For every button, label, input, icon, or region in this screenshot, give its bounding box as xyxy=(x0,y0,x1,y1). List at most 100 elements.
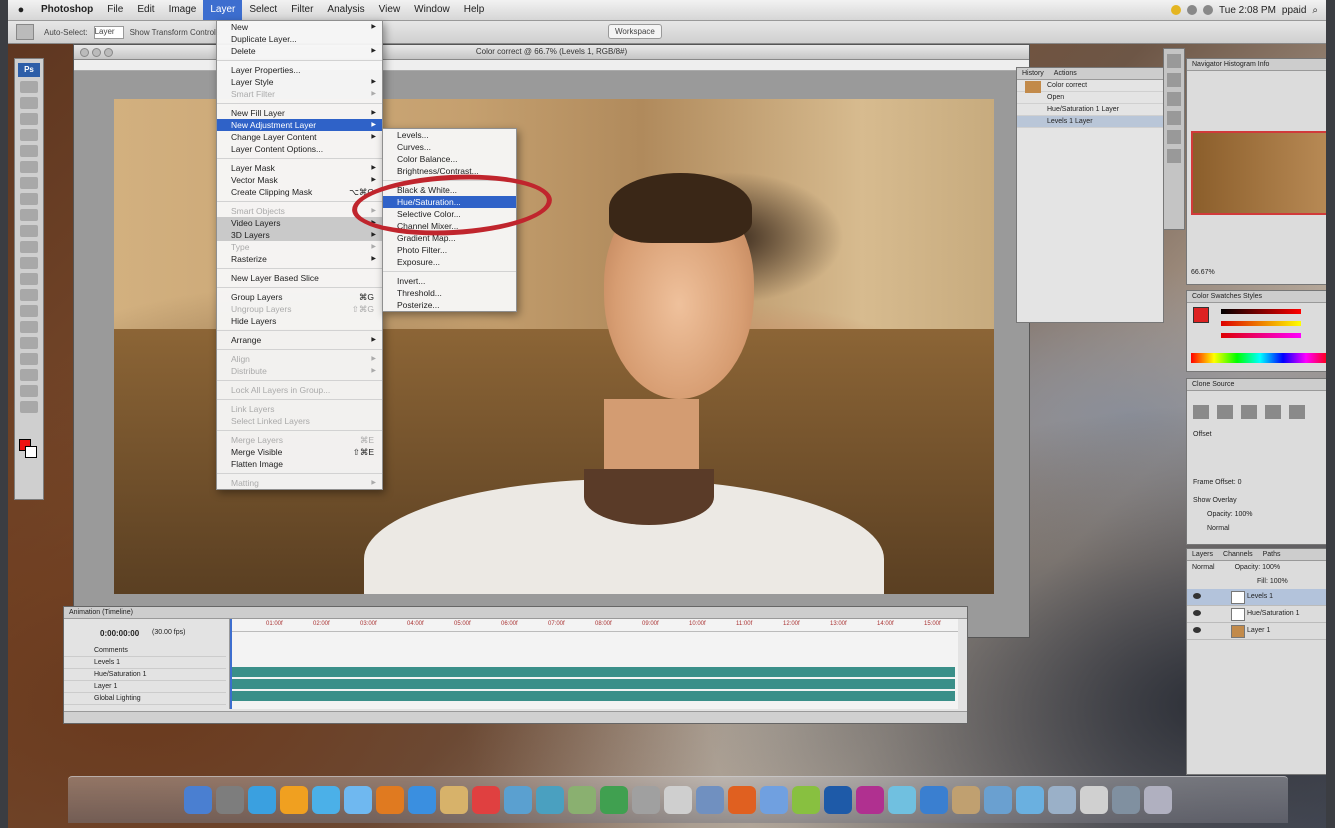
clone-source-icon[interactable] xyxy=(1217,405,1233,419)
layer-fill[interactable]: Fill: 100% xyxy=(1257,578,1288,585)
dock-app-icon[interactable] xyxy=(504,786,532,814)
adjustment-menu-item[interactable]: Color Balance... xyxy=(383,153,516,165)
current-time[interactable]: 0:00:00:00 xyxy=(100,629,139,638)
dock-app-icon[interactable] xyxy=(248,786,276,814)
tab-history[interactable]: History xyxy=(1017,68,1049,79)
timeline-row[interactable]: Levels 1 xyxy=(64,657,226,669)
layer-menu-item[interactable]: Layer Properties... xyxy=(217,64,382,76)
dodge-tool-icon[interactable] xyxy=(20,289,38,301)
zoom-icon[interactable] xyxy=(104,48,113,57)
history-snapshot-thumb[interactable] xyxy=(1025,81,1041,93)
history-item[interactable]: Hue/Saturation 1 Layer xyxy=(1017,104,1163,116)
tab-actions[interactable]: Actions xyxy=(1049,68,1082,79)
layer-thumb[interactable] xyxy=(1231,625,1245,638)
color-chip[interactable] xyxy=(1193,307,1209,323)
background-color-swatch[interactable] xyxy=(25,446,37,458)
eraser-tool-icon[interactable] xyxy=(20,241,38,253)
dock-app-icon[interactable] xyxy=(1080,786,1108,814)
layer-mask-thumb[interactable] xyxy=(1231,591,1245,604)
panel-icon[interactable] xyxy=(1167,130,1181,144)
layer-duration-bar[interactable] xyxy=(230,691,955,701)
tab-layers[interactable]: Layers xyxy=(1187,549,1218,560)
dock-app-icon[interactable] xyxy=(216,786,244,814)
move-tool-icon[interactable] xyxy=(20,81,38,93)
dock-app-icon[interactable] xyxy=(312,786,340,814)
panel-icon[interactable] xyxy=(1167,73,1181,87)
show-overlay-checkbox[interactable]: Show Overlay xyxy=(1193,497,1237,504)
dock-app-icon[interactable] xyxy=(856,786,884,814)
layer-menu-item[interactable]: Flatten Image xyxy=(217,458,382,470)
dock-app-icon[interactable] xyxy=(1048,786,1076,814)
layer-menu-item[interactable]: Duplicate Layer... xyxy=(217,33,382,45)
red-slider[interactable] xyxy=(1221,309,1301,314)
dock-app-icon[interactable] xyxy=(1112,786,1140,814)
dock-app-icon[interactable] xyxy=(664,786,692,814)
timeline-row[interactable]: Global Lighting xyxy=(64,693,226,705)
adjustment-menu-item[interactable]: Photo Filter... xyxy=(383,244,516,256)
overlay-opacity[interactable]: Opacity: 100% xyxy=(1207,511,1253,518)
dock-app-icon[interactable] xyxy=(952,786,980,814)
dock-app-icon[interactable] xyxy=(760,786,788,814)
clone-source-icon[interactable] xyxy=(1289,405,1305,419)
layer-menu-item[interactable]: Vector Mask ▶ xyxy=(217,174,382,186)
hand-tool-icon[interactable] xyxy=(20,385,38,397)
tab-channels[interactable]: Channels xyxy=(1218,549,1258,560)
layer-menu-item[interactable]: Create Clipping Mask ⌥⌘G xyxy=(217,186,382,198)
timeline-row[interactable]: Layer 1 xyxy=(64,681,226,693)
menu-edit[interactable]: Edit xyxy=(130,0,161,20)
volume-icon[interactable] xyxy=(1203,5,1214,15)
dock-app-icon[interactable] xyxy=(376,786,404,814)
eyedropper-tool-icon[interactable] xyxy=(20,161,38,173)
path-select-tool-icon[interactable] xyxy=(20,337,38,349)
wifi-icon[interactable] xyxy=(1187,5,1198,15)
color-spectrum[interactable] xyxy=(1191,353,1326,363)
layer-menu-item[interactable]: Layer Style ▶ xyxy=(217,76,382,88)
marquee-tool-icon[interactable] xyxy=(20,97,38,109)
navigator-tabs[interactable]: Navigator Histogram Info xyxy=(1187,59,1326,71)
layer-menu-item[interactable]: Layer Content Options... xyxy=(217,143,382,155)
playhead[interactable] xyxy=(230,619,232,709)
layer-menu-item[interactable]: Merge Visible ⇧⌘E xyxy=(217,446,382,458)
animation-tab[interactable]: Animation (Timeline) xyxy=(64,607,967,619)
layer-menu-item[interactable]: Group Layers ⌘G xyxy=(217,291,382,303)
menu-photoshop[interactable]: Photoshop xyxy=(34,0,100,20)
green-slider[interactable] xyxy=(1221,321,1301,326)
gradient-tool-icon[interactable] xyxy=(20,257,38,269)
layer-duration-bar[interactable] xyxy=(230,667,955,677)
crop-tool-icon[interactable] xyxy=(20,145,38,157)
minimize-icon[interactable] xyxy=(92,48,101,57)
layer-menu-item[interactable]: Arrange ▶ xyxy=(217,334,382,346)
menu-analysis[interactable]: Analysis xyxy=(320,0,371,20)
panel-icon[interactable] xyxy=(1167,149,1181,163)
menu-select[interactable]: Select xyxy=(242,0,284,20)
adjustment-menu-item[interactable]: Invert... xyxy=(383,275,516,287)
layer-menu-item[interactable]: Delete ▶ xyxy=(217,45,382,57)
dock-app-icon[interactable] xyxy=(824,786,852,814)
layer-row[interactable]: Levels 1 xyxy=(1187,589,1326,606)
zoom-tool-icon[interactable] xyxy=(20,401,38,413)
overlay-mode[interactable]: Normal xyxy=(1207,525,1230,532)
layer-menu-item[interactable]: Layer Mask ▶ xyxy=(217,162,382,174)
healing-tool-icon[interactable] xyxy=(20,177,38,189)
layer-menu-item[interactable]: Change Layer Content ▶ xyxy=(217,131,382,143)
clone-source-icon[interactable] xyxy=(1241,405,1257,419)
layer-menu-item[interactable]: New Fill Layer ▶ xyxy=(217,107,382,119)
blend-mode-select[interactable]: Normal xyxy=(1192,561,1215,575)
3d-tool-icon[interactable] xyxy=(20,369,38,381)
dock-app-icon[interactable] xyxy=(920,786,948,814)
layer-mask-thumb[interactable] xyxy=(1231,608,1245,621)
quick-select-tool-icon[interactable] xyxy=(20,129,38,141)
dock-app-icon[interactable] xyxy=(632,786,660,814)
layer-row[interactable]: Hue/Saturation 1 xyxy=(1187,606,1326,623)
layer-menu-item[interactable]: Hide Layers xyxy=(217,315,382,327)
clone-source-tab[interactable]: Clone Source xyxy=(1187,379,1326,391)
dock-app-icon[interactable] xyxy=(184,786,212,814)
menu-filter[interactable]: Filter xyxy=(284,0,320,20)
menu-layer[interactable]: Layer xyxy=(203,0,243,20)
frame-offset[interactable]: Frame Offset: 0 xyxy=(1193,479,1242,486)
history-item[interactable]: Open xyxy=(1017,92,1163,104)
move-tool-icon[interactable] xyxy=(16,24,34,40)
layer-menu-item[interactable]: 3D Layers ▶ xyxy=(217,229,382,241)
clone-stamp-tool-icon[interactable] xyxy=(20,209,38,221)
history-item[interactable]: Levels 1 Layer xyxy=(1017,116,1163,128)
